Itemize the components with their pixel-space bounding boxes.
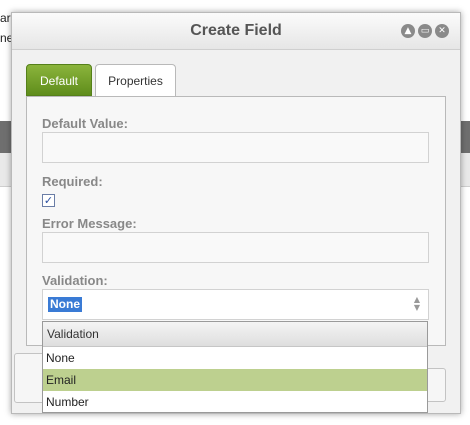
properties-panel: Default Value: Required: ✓ Error Message…	[26, 96, 446, 346]
default-value-label: Default Value:	[42, 116, 128, 131]
tab-properties[interactable]: Properties	[95, 64, 176, 97]
validation-select[interactable]: None ▲ ▼	[42, 289, 429, 320]
dropdown-option-email[interactable]: Email	[43, 369, 427, 391]
dialog-title: Create Field	[190, 22, 282, 39]
maximize-icon[interactable]: ▭	[418, 24, 432, 38]
required-checkbox[interactable]: ✓	[42, 194, 55, 207]
required-label: Required:	[42, 174, 103, 189]
error-message-input[interactable]	[42, 232, 429, 263]
window-controls: ▲ ▭ ✕	[401, 24, 449, 38]
validation-dropdown-list: Validation None Email Number	[42, 321, 428, 413]
validation-selected-value: None	[48, 297, 82, 312]
error-message-label: Error Message:	[42, 216, 137, 231]
dropdown-option-number[interactable]: Number	[43, 391, 427, 413]
dropdown-header: Validation	[43, 322, 427, 347]
dialog-titlebar[interactable]: Create Field ▲ ▭ ✕	[12, 13, 460, 50]
validation-label: Validation:	[42, 273, 108, 288]
dropdown-option-none[interactable]: None	[43, 347, 427, 369]
background-text-fragment: ar	[0, 11, 11, 25]
close-icon[interactable]: ✕	[435, 24, 449, 38]
select-arrows-icon: ▲ ▼	[413, 295, 420, 312]
collapse-icon[interactable]: ▲	[401, 24, 415, 38]
default-value-input[interactable]	[42, 132, 429, 163]
tab-default[interactable]: Default	[26, 64, 92, 96]
